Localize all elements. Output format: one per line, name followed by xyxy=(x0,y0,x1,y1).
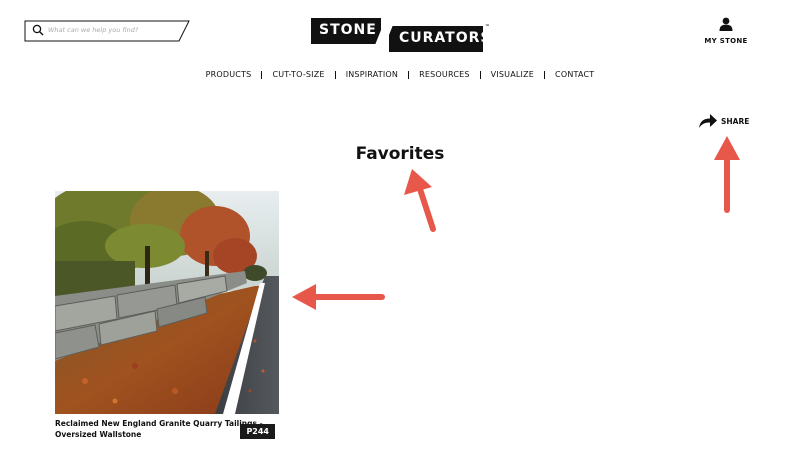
search-icon[interactable] xyxy=(32,24,44,36)
product-image[interactable] xyxy=(55,191,279,414)
share-label: SHARE xyxy=(721,116,750,126)
annotation-arrow-share xyxy=(714,136,740,213)
nav-item-inspiration[interactable]: INSPIRATION xyxy=(346,70,398,79)
main-nav: PRODUCTS CUT-TO-SIZE INSPIRATION RESOURC… xyxy=(0,70,800,79)
product-code-badge: P244 xyxy=(240,424,275,439)
nav-item-cut-to-size[interactable]: CUT-TO-SIZE xyxy=(272,70,324,79)
nav-separator xyxy=(479,70,481,79)
nav-item-contact[interactable]: CONTACT xyxy=(555,70,594,79)
nav-separator xyxy=(544,70,546,79)
nav-item-resources[interactable]: RESOURCES xyxy=(419,70,470,79)
nav-separator xyxy=(334,70,336,79)
nav-item-visualize[interactable]: VISUALIZE xyxy=(491,70,534,79)
logo-word-stone: STONE xyxy=(319,22,377,38)
user-icon xyxy=(719,17,733,31)
logo-word-curators: CURATORS xyxy=(399,30,492,46)
annotation-arrow-left xyxy=(292,284,385,310)
nav-separator xyxy=(261,70,263,79)
my-stone-link[interactable]: MY STONE xyxy=(700,16,752,45)
nav-item-products[interactable]: PRODUCTS xyxy=(206,70,252,79)
share-arrow-icon xyxy=(699,114,717,128)
annotation-arrow-title xyxy=(404,169,436,232)
search-input[interactable] xyxy=(48,22,178,38)
nav-separator xyxy=(408,70,410,79)
favorite-product-card[interactable]: P244 Reclaimed New England Granite Quarr… xyxy=(55,191,279,440)
product-name[interactable]: Reclaimed New England Granite Quarry Tai… xyxy=(55,418,270,440)
stone-curators-logo[interactable]: STONE CURATORS ™ xyxy=(311,18,492,52)
search-box[interactable] xyxy=(24,20,190,42)
my-stone-label: MY STONE xyxy=(704,37,748,45)
page-title: Favorites xyxy=(355,144,445,164)
share-button[interactable]: SHARE xyxy=(698,113,749,129)
trademark-mark: ™ xyxy=(485,24,491,30)
